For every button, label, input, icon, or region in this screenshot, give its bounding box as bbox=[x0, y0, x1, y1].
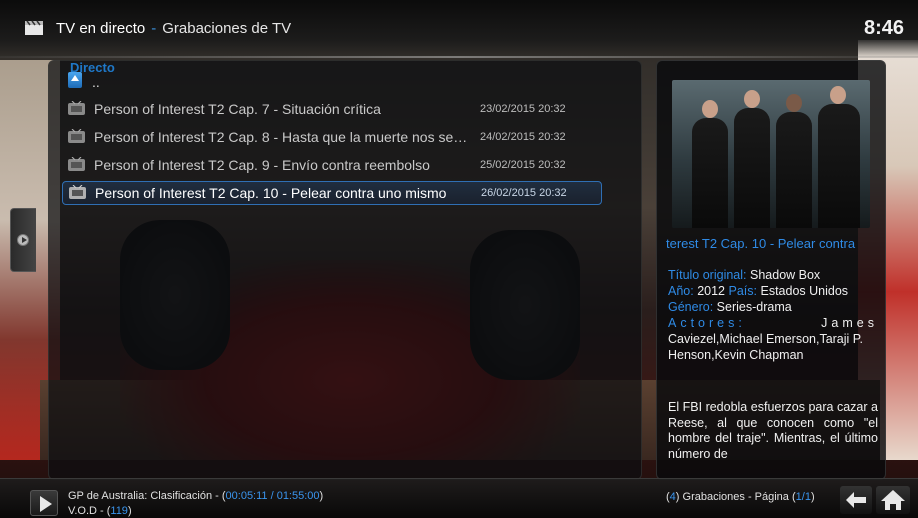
now-playing-time: 00:05:11 / 01:55:00 bbox=[225, 490, 320, 502]
plot-text: El FBI redobla esfuerzos para cazar a Re… bbox=[668, 400, 878, 461]
side-menu-handle[interactable] bbox=[10, 208, 36, 272]
home-button[interactable] bbox=[876, 486, 910, 514]
clock: 8:46 bbox=[863, 17, 904, 39]
year-value: 2012 bbox=[697, 284, 726, 298]
poster-figure bbox=[818, 104, 860, 228]
home-icon bbox=[881, 490, 905, 510]
list-item[interactable]: Person of Interest T2 Cap. 8 - Hasta que… bbox=[62, 125, 602, 149]
recording-icon bbox=[68, 129, 85, 143]
now-playing: GP de Australia: Clasificación - (00:05:… bbox=[68, 490, 323, 502]
now-playing-title: GP de Australia: Clasificación - ( bbox=[68, 490, 226, 502]
list-item-date: 25/02/2015 20:32 bbox=[480, 159, 566, 171]
poster-face bbox=[786, 94, 802, 112]
breadcrumb: TV en directo - Grabaciones de TV bbox=[56, 20, 291, 37]
list-item[interactable]: Person of Interest T2 Cap. 9 - Envío con… bbox=[62, 153, 602, 177]
original-title-label: Título original: bbox=[668, 268, 747, 282]
actors-value: Caviezel,Michael Emerson,Taraji P. Henso… bbox=[668, 332, 863, 362]
recording-icon bbox=[68, 157, 85, 171]
poster-image bbox=[672, 80, 870, 228]
poster-face bbox=[744, 90, 760, 108]
list-item-title: Person of Interest T2 Cap. 7 - Situación… bbox=[94, 101, 381, 117]
recordings-list-panel bbox=[48, 60, 642, 480]
breadcrumb-section: TV en directo bbox=[56, 20, 146, 37]
top-bar-divider bbox=[0, 56, 918, 58]
list-item-title: Person of Interest T2 Cap. 10 - Pelear c… bbox=[95, 185, 447, 201]
country-label: País: bbox=[728, 284, 758, 298]
page-info: (4) Grabaciones - Página (1/1) bbox=[666, 491, 815, 503]
play-button[interactable] bbox=[30, 490, 58, 516]
folder-up-icon[interactable] bbox=[68, 72, 82, 88]
country-value: Estados Unidos bbox=[760, 284, 849, 298]
list-item[interactable]: Person of Interest T2 Cap. 7 - Situación… bbox=[62, 97, 602, 121]
list-item-date: 23/02/2015 20:32 bbox=[480, 103, 566, 115]
recording-icon bbox=[69, 185, 86, 199]
page-number: 1/1 bbox=[795, 491, 811, 503]
side-menu-arrow-icon bbox=[17, 234, 29, 246]
list-item-title: Person of Interest T2 Cap. 9 - Envío con… bbox=[94, 157, 430, 173]
vod-info: V.O.D - (119) bbox=[68, 505, 132, 517]
list-item-date: 24/02/2015 20:32 bbox=[480, 131, 566, 143]
info-title: terest T2 Cap. 10 - Pelear contra bbox=[666, 236, 856, 251]
info-metadata: Título original: Shadow Box Año: 2012 Pa… bbox=[668, 267, 878, 363]
genre-label: Género: bbox=[668, 300, 714, 314]
breadcrumb-subsection: Grabaciones de TV bbox=[162, 20, 292, 37]
page-close: ) bbox=[810, 491, 815, 503]
vod-count: 119 bbox=[110, 505, 128, 517]
clapperboard-icon bbox=[25, 20, 43, 35]
year-label: Año: bbox=[668, 284, 694, 298]
poster-face bbox=[702, 100, 718, 118]
poster-figure bbox=[776, 112, 812, 228]
now-playing-end: ) bbox=[319, 490, 324, 502]
actors-first: James bbox=[821, 316, 878, 330]
poster-face bbox=[830, 86, 846, 104]
parent-folder-item[interactable]: .. bbox=[92, 74, 100, 90]
vod-end: ) bbox=[127, 505, 132, 517]
vod-label: V.O.D - ( bbox=[68, 505, 111, 517]
genre-value: Series-drama bbox=[716, 300, 792, 314]
original-title-value: Shadow Box bbox=[750, 268, 821, 282]
page-mid: ) Grabaciones - Página ( bbox=[675, 491, 796, 503]
back-arrow-icon bbox=[846, 492, 866, 508]
list-item-date: 26/02/2015 20:32 bbox=[481, 187, 567, 199]
recording-icon bbox=[68, 101, 85, 115]
actors-label: Actores: bbox=[668, 316, 746, 330]
poster-figure bbox=[692, 118, 728, 228]
breadcrumb-separator: - bbox=[151, 20, 157, 37]
list-item-title: Person of Interest T2 Cap. 8 - Hasta que… bbox=[94, 129, 472, 145]
back-button[interactable] bbox=[840, 486, 872, 514]
poster-figure bbox=[734, 108, 770, 228]
list-item-selected[interactable]: Person of Interest T2 Cap. 10 - Pelear c… bbox=[62, 181, 602, 205]
